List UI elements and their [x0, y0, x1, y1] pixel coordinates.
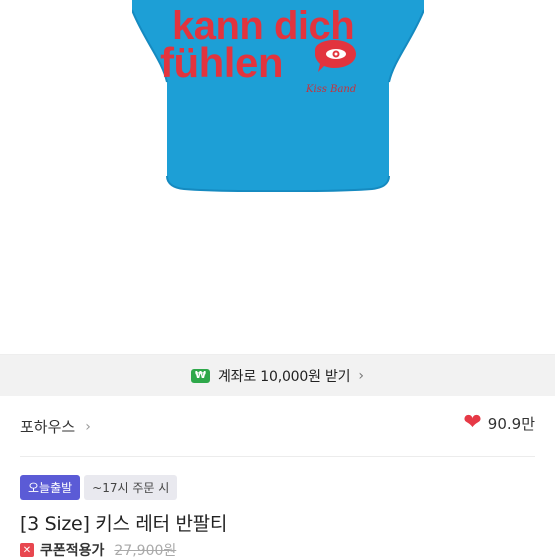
- shop-link[interactable]: 포하우스 ›: [20, 416, 91, 437]
- product-image[interactable]: kann dich fühlen Kiss Band: [0, 0, 555, 355]
- shipping-tags: 오늘출발 ~17시 주문 시: [20, 475, 178, 500]
- shop-row: 포하우스 › ❤ 90.9만: [0, 396, 555, 456]
- today-shipping-badge: 오늘출발: [20, 475, 81, 500]
- product-title: [3 Size] 키스 레터 반팔티: [20, 513, 228, 535]
- original-price: 27,900원: [114, 543, 177, 559]
- shop-name: 포하우스: [20, 418, 76, 436]
- like-count: 90.9만: [487, 414, 535, 433]
- print-line-2: fühlen: [160, 39, 283, 86]
- divider: [20, 456, 535, 457]
- won-icon: ₩: [191, 368, 210, 383]
- heart-icon: ❤: [463, 410, 482, 435]
- coupon-price-row: ✕ 쿠폰적용가 27,900원: [20, 540, 176, 560]
- account-transfer-banner[interactable]: ₩ 계좌로 10,000원 받기 ›: [0, 355, 555, 396]
- like-button[interactable]: ❤ 90.9만: [463, 412, 535, 434]
- tshirt-image: kann dich fühlen Kiss Band: [131, 0, 425, 193]
- order-cutoff-badge: ~17시 주문 시: [84, 475, 178, 500]
- chevron-right-icon: ›: [358, 367, 364, 384]
- print-signature: Kiss Band: [306, 84, 357, 95]
- coupon-price-label: 쿠폰적용가: [40, 543, 105, 559]
- chevron-right-icon: ›: [85, 418, 91, 435]
- banner-text: 계좌로 10,000원 받기: [218, 368, 351, 385]
